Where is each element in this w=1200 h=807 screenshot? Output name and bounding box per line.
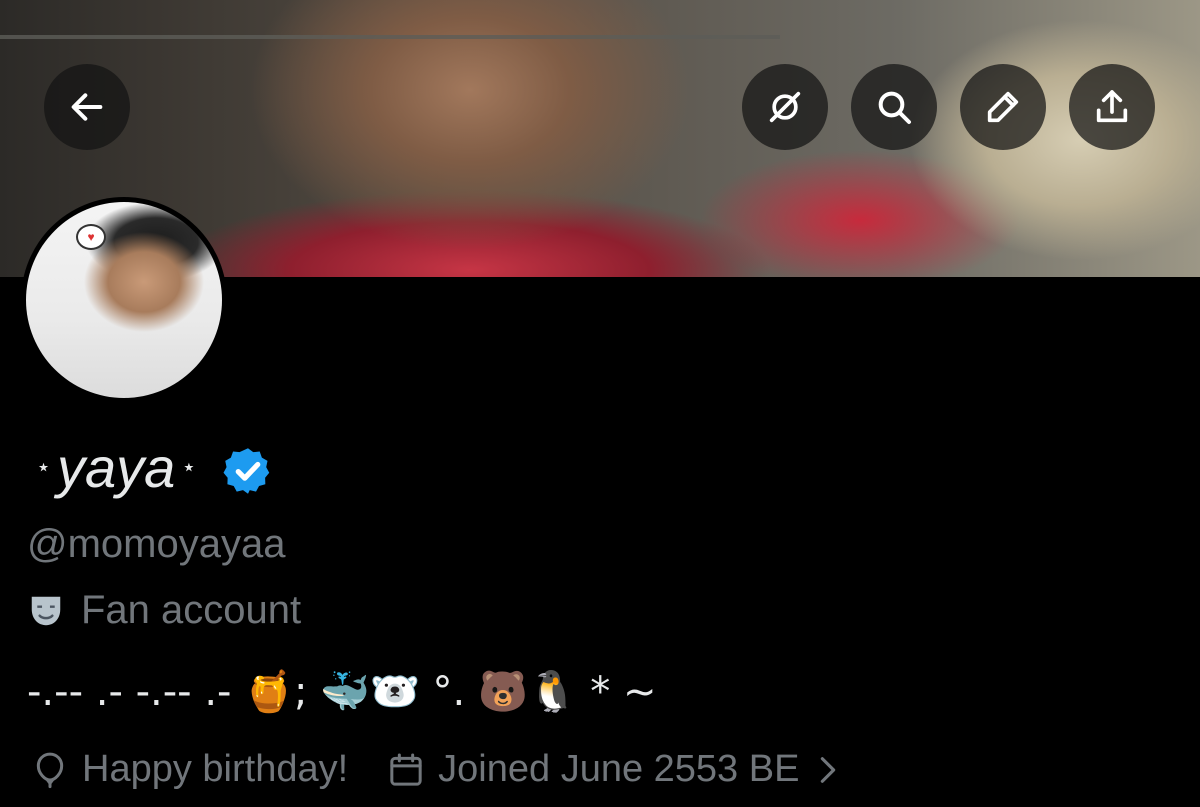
category-label: Fan account bbox=[81, 588, 302, 632]
share-icon bbox=[1096, 90, 1128, 123]
profile-avatar[interactable]: ♥ bbox=[21, 197, 227, 403]
birthday-item[interactable]: Happy birthday! bbox=[30, 748, 348, 791]
joined-label: Joined June 2553 BE bbox=[438, 748, 800, 790]
eye-slash-icon bbox=[769, 91, 801, 123]
balloon-icon bbox=[36, 752, 64, 788]
profile-bio: -.-- .- -.-- .- 🍯; 🐳🐻‍❄️ °. 🐻🐧 * ~ bbox=[27, 669, 657, 715]
banner-detail bbox=[0, 35, 780, 39]
avatar-image: ♥ bbox=[26, 202, 222, 398]
profile-meta: Happy birthday! Joined June 2553 BE bbox=[30, 748, 853, 791]
search-icon bbox=[878, 91, 911, 124]
name-star-right: ⋆ bbox=[181, 454, 197, 481]
theater-mask-icon bbox=[31, 596, 61, 625]
profile-category: Fan account bbox=[27, 588, 301, 633]
search-button[interactable] bbox=[851, 64, 937, 150]
name-star-left: ⋆ bbox=[36, 454, 52, 481]
share-button[interactable] bbox=[1069, 64, 1155, 150]
arrow-left-icon bbox=[71, 93, 103, 121]
back-button[interactable] bbox=[44, 64, 130, 150]
calendar-icon bbox=[390, 753, 422, 786]
edit-button[interactable] bbox=[960, 64, 1046, 150]
username-handle: @momoyayaa bbox=[27, 522, 286, 566]
pencil-icon bbox=[987, 91, 1019, 123]
chevron-right-icon bbox=[821, 756, 836, 783]
display-name-text: yaya bbox=[57, 436, 176, 499]
birthday-label: Happy birthday! bbox=[82, 748, 349, 790]
display-name: ⋆ yaya ⋆ bbox=[30, 440, 202, 496]
heart-sticker-icon: ♥ bbox=[76, 224, 106, 250]
joined-item[interactable]: Joined June 2553 BE bbox=[386, 748, 853, 791]
verified-badge-icon[interactable] bbox=[222, 445, 274, 497]
hide-button[interactable] bbox=[742, 64, 828, 150]
